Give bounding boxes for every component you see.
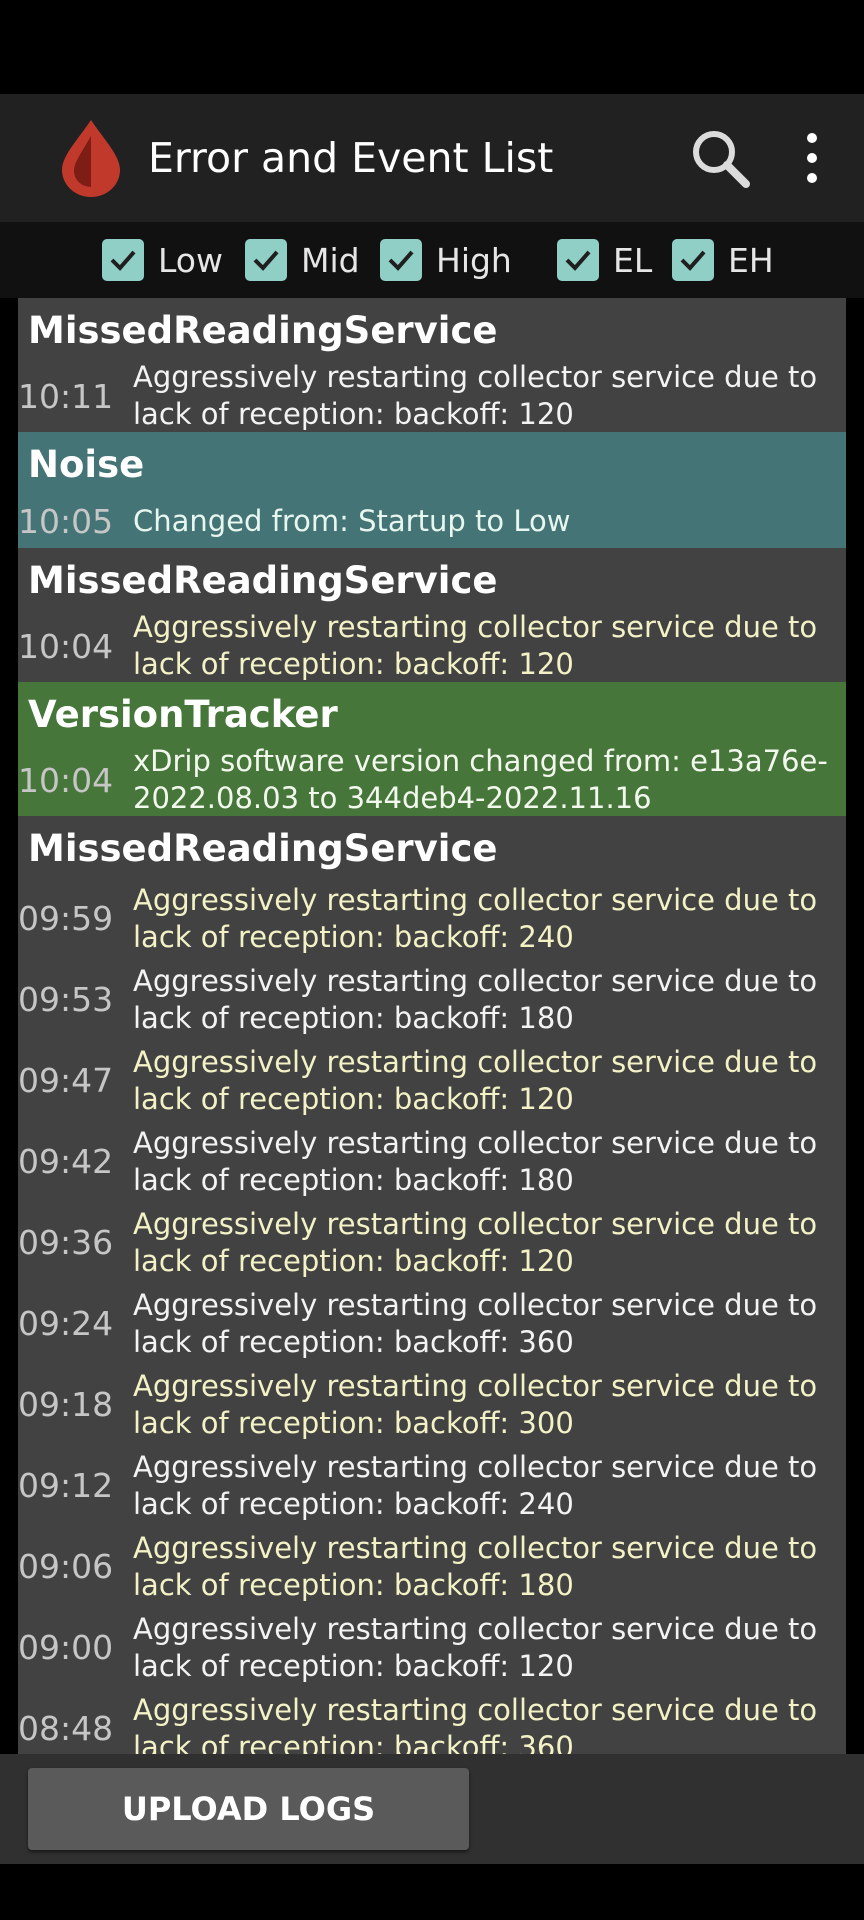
blood-drop-icon — [56, 118, 126, 198]
entry-message: xDrip software version changed from: e13… — [133, 744, 828, 815]
filter-row: Low Mid High EL EH — [0, 222, 864, 298]
list-item: 10:04 Aggressively restarting collector … — [18, 610, 846, 682]
checkbox-checked-icon[interactable] — [557, 239, 599, 281]
event-group-version: VersionTracker 10:04 xDrip software vers… — [18, 682, 846, 816]
checkbox-checked-icon[interactable] — [672, 239, 714, 281]
checkbox-checked-icon[interactable] — [380, 239, 422, 281]
entry-time: 09:12 — [18, 1466, 114, 1505]
entry-message: Aggressively restarting collector servic… — [133, 1206, 818, 1278]
checkbox-checked-icon[interactable] — [245, 239, 287, 281]
filter-label: Low — [158, 240, 223, 280]
entry-time: 09:42 — [18, 1142, 114, 1181]
group-title: MissedReadingService — [28, 559, 498, 602]
entry-message: Aggressively restarting collector servic… — [133, 610, 818, 681]
entry-message: Aggressively restarting collector servic… — [133, 1368, 818, 1440]
bottom-area: UPLOAD LOGS — [0, 1754, 864, 1864]
list-item: 10:04 xDrip software version changed fro… — [18, 744, 846, 816]
list-item: 09:00 Aggressively restarting collector … — [18, 1607, 846, 1688]
entry-time: 09:06 — [18, 1547, 114, 1586]
page-title: Error and Event List — [148, 134, 554, 182]
filter-eh[interactable]: EH — [672, 222, 774, 298]
app-bar: Error and Event List — [0, 94, 864, 222]
filter-label: EL — [613, 240, 653, 280]
checkbox-checked-icon[interactable] — [102, 239, 144, 281]
filter-label: High — [436, 240, 512, 280]
entry-message: Aggressively restarting collector servic… — [133, 1287, 818, 1359]
entry-message: Aggressively restarting collector servic… — [133, 360, 818, 431]
group-title: Noise — [28, 443, 145, 486]
filter-label: Mid — [301, 240, 360, 280]
upload-logs-button[interactable]: UPLOAD LOGS — [28, 1768, 469, 1850]
entry-time: 09:00 — [18, 1628, 114, 1667]
group-title: MissedReadingService — [28, 827, 498, 870]
entry-message: Aggressively restarting collector servic… — [133, 1125, 818, 1197]
group-title: VersionTracker — [28, 693, 338, 736]
entry-time: 10:04 — [18, 626, 114, 666]
list-item: 09:47 Aggressively restarting collector … — [18, 1040, 846, 1121]
event-group-noise: Noise 10:05 Changed from: Startup to Low — [18, 432, 846, 548]
filter-high[interactable]: High — [380, 222, 512, 298]
entry-time: 09:59 — [18, 899, 114, 938]
search-icon[interactable] — [684, 122, 756, 194]
entry-time: 09:53 — [18, 980, 114, 1019]
status-bar — [0, 0, 864, 94]
entry-message: Aggressively restarting collector servic… — [133, 963, 818, 1035]
entry-time: 10:04 — [18, 760, 114, 800]
entry-message: Aggressively restarting collector servic… — [133, 882, 818, 954]
event-group: MissedReadingService 10:11 Aggressively … — [18, 298, 846, 432]
list-item: 10:05 Changed from: Startup to Low — [18, 494, 846, 548]
list-item: 09:36 Aggressively restarting collector … — [18, 1202, 846, 1283]
entry-message: Aggressively restarting collector servic… — [133, 1530, 818, 1602]
list-item: 09:12 Aggressively restarting collector … — [18, 1445, 846, 1526]
navigation-bar — [0, 1864, 864, 1920]
list-item: 09:18 Aggressively restarting collector … — [18, 1364, 846, 1445]
entry-message: Aggressively restarting collector servic… — [133, 1611, 818, 1683]
entry-message: Aggressively restarting collector servic… — [133, 1449, 818, 1521]
entry-time: 10:11 — [18, 376, 114, 416]
entry-message: Aggressively restarting collector servic… — [133, 1692, 818, 1755]
entry-time: 09:24 — [18, 1304, 114, 1343]
list-item: 10:11 Aggressively restarting collector … — [18, 360, 846, 432]
entry-time: 08:48 — [18, 1709, 114, 1748]
filter-mid[interactable]: Mid — [245, 222, 360, 298]
entry-message: Aggressively restarting collector servic… — [133, 1044, 818, 1116]
entry-time: 09:18 — [18, 1385, 114, 1424]
filter-el[interactable]: EL — [557, 222, 652, 298]
event-group: MissedReadingService 09:59 Aggressively … — [18, 816, 846, 1754]
entry-time: 09:36 — [18, 1223, 114, 1262]
list-item: 09:53 Aggressively restarting collector … — [18, 959, 846, 1040]
entry-time: 10:05 — [18, 501, 114, 541]
filter-low[interactable]: Low — [102, 222, 223, 298]
event-list[interactable]: MissedReadingService 10:11 Aggressively … — [18, 298, 846, 1754]
list-item: 09:06 Aggressively restarting collector … — [18, 1526, 846, 1607]
list-item: 09:42 Aggressively restarting collector … — [18, 1121, 846, 1202]
filter-label: EH — [728, 240, 774, 280]
entry-message: Changed from: Startup to Low — [133, 503, 571, 538]
list-item: 09:24 Aggressively restarting collector … — [18, 1283, 846, 1364]
group-title: MissedReadingService — [28, 309, 498, 352]
list-item: 08:48 Aggressively restarting collector … — [18, 1688, 846, 1755]
list-item: 09:59 Aggressively restarting collector … — [18, 878, 846, 959]
entry-time: 09:47 — [18, 1061, 114, 1100]
event-group: MissedReadingService 10:04 Aggressively … — [18, 548, 846, 682]
more-vert-icon[interactable] — [790, 122, 834, 194]
